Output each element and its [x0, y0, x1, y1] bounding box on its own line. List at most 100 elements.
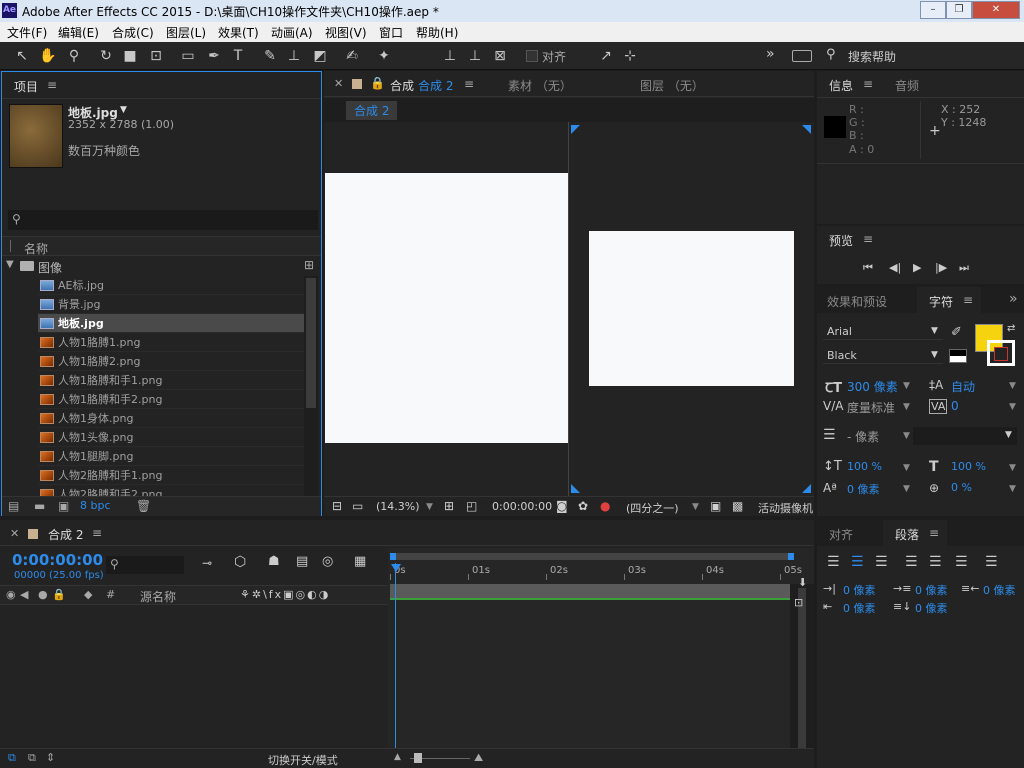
menu-layer[interactable]: 图层(L) — [166, 24, 206, 41]
info-tab[interactable]: 信息 — [829, 77, 853, 94]
menu-animation[interactable]: 动画(A) — [271, 24, 313, 41]
local-axis-icon[interactable]: ⊥ — [440, 46, 460, 66]
chevron-down-icon[interactable]: ▼ — [903, 431, 910, 441]
panel-overflow-icon[interactable]: » — [1009, 291, 1018, 307]
stroke-color-swatch[interactable] — [987, 340, 1015, 366]
left-view-canvas[interactable] — [325, 173, 568, 443]
align-center-icon[interactable]: ☰ — [851, 554, 864, 570]
shy-icon[interactable]: ☗ — [268, 554, 280, 569]
project-item-row[interactable]: 人物1头像.png — [38, 428, 306, 447]
menu-help[interactable]: 帮助(H) — [416, 24, 458, 41]
comp-mini-flowchart-icon[interactable]: ⊸ — [202, 556, 212, 570]
right-view-canvas[interactable] — [589, 231, 794, 386]
minimize-button[interactable]: – — [920, 1, 946, 19]
new-composition-icon[interactable]: ▣ — [58, 499, 69, 513]
justify-right-icon[interactable]: ☰ — [955, 554, 968, 570]
chevron-down-icon[interactable]: ▼ — [903, 484, 910, 494]
zoom-slider-thumb[interactable] — [414, 753, 422, 763]
font-style-dropdown[interactable]: Black ▼ — [823, 346, 943, 364]
project-item-row[interactable]: 背景.jpg — [38, 295, 306, 314]
chevron-down-icon[interactable]: ▼ — [903, 402, 910, 412]
brush-tool-icon[interactable]: ✎ — [260, 46, 280, 66]
align-tab[interactable]: 对齐 — [829, 526, 853, 543]
current-time-indicator[interactable] — [395, 563, 396, 763]
character-tab[interactable]: 字符 — [929, 293, 953, 310]
selection-tool-icon[interactable]: ↖ — [12, 46, 32, 66]
lock-icon[interactable]: 🔒 — [52, 588, 66, 601]
first-frame-icon[interactable]: ⏮ — [863, 261, 873, 275]
menu-effect[interactable]: 效果(T) — [218, 24, 259, 41]
chevron-down-icon[interactable]: ▼ — [1009, 402, 1016, 412]
bpc-button[interactable]: 8 bpc — [80, 499, 111, 512]
flowchart-icon[interactable]: ⊞ — [304, 258, 314, 272]
transparency-grid-icon[interactable]: ▩ — [732, 499, 743, 513]
workspace-expand-icon[interactable]: » — [766, 46, 775, 62]
zoom-tool-icon[interactable]: ⚲ — [64, 46, 84, 66]
space-after-value[interactable]: 0 像素 — [915, 600, 948, 616]
chevron-down-icon[interactable]: ▼ — [1009, 381, 1016, 391]
roto-brush-tool-icon[interactable]: ✍ — [342, 46, 362, 66]
transfer-controls-icon[interactable]: ⧉ — [28, 751, 36, 765]
work-area-bar[interactable] — [390, 553, 794, 560]
indent-first-value[interactable]: 0 像素 — [915, 582, 948, 598]
video-eye-icon[interactable]: ◉ — [6, 588, 16, 601]
hand-tool-icon[interactable]: ✋ — [38, 46, 58, 66]
zoom-dropdown-icon[interactable]: ▼ — [426, 502, 433, 512]
folder-expand-icon[interactable]: ▼ — [6, 259, 14, 270]
footage-tab[interactable]: 素材 （无） — [508, 77, 572, 94]
project-tab[interactable]: 项目 — [14, 78, 38, 95]
new-folder-icon[interactable]: ▬ — [34, 499, 45, 513]
timeline-menu-icon[interactable]: ≡ — [92, 526, 102, 540]
layer-tab[interactable]: 图层 （无） — [640, 77, 704, 94]
in-out-pane-icon[interactable]: ⇕ — [46, 751, 55, 764]
indent-left-value[interactable]: 0 像素 — [843, 582, 876, 598]
comp-viewport[interactable] — [324, 122, 814, 496]
motion-blur-icon[interactable]: ◎ — [322, 554, 333, 569]
maximize-button[interactable]: ❐ — [946, 1, 972, 19]
project-item-row[interactable]: 地板.jpg — [38, 314, 306, 333]
search-help-field[interactable]: 搜索帮助 — [848, 48, 896, 65]
close-window-button[interactable]: ✕ — [972, 1, 1020, 19]
menu-edit[interactable]: 编辑(E) — [58, 24, 99, 41]
timeline-scrollbar[interactable] — [790, 584, 814, 764]
comp-breadcrumb[interactable]: 合成 2 — [346, 101, 398, 120]
snapping-checkbox[interactable] — [526, 50, 538, 62]
snapshot-icon[interactable]: ◙ — [556, 499, 568, 513]
space-before-value[interactable]: 0 像素 — [843, 600, 876, 616]
close-tab-icon[interactable]: ✕ — [334, 77, 343, 90]
monitor-icon[interactable]: ▭ — [352, 499, 363, 513]
last-frame-icon[interactable]: ⏭ — [959, 261, 969, 275]
timeline-search-input[interactable]: ⚲ — [106, 556, 184, 574]
resolution-dropdown-icon[interactable]: ▼ — [692, 502, 699, 512]
camera-tool-icon[interactable]: ■ — [120, 46, 140, 66]
show-snapshot-icon[interactable]: ✿ — [578, 499, 588, 513]
align-left-icon[interactable]: ☰ — [827, 554, 840, 570]
frame-blending-icon[interactable]: ▤ — [296, 554, 308, 569]
menu-composition[interactable]: 合成(C) — [112, 24, 154, 41]
label-tag-icon[interactable]: ◆ — [84, 588, 92, 601]
current-time-display[interactable]: 0:00:00:00 — [492, 500, 552, 513]
resolution-dropdown[interactable]: (四分之一) — [626, 500, 679, 516]
comp-button-icon[interactable]: ⊡ — [794, 596, 803, 609]
justify-all-icon[interactable]: ☰ — [985, 554, 998, 570]
view-axis-icon[interactable]: ⊠ — [490, 46, 510, 66]
tracking-value[interactable]: 0 — [951, 399, 959, 413]
solo-icon[interactable]: ● — [38, 588, 48, 601]
indent-right-value[interactable]: 0 像素 — [983, 582, 1016, 598]
search-help-icon[interactable]: ⚲ — [826, 47, 836, 62]
font-family-dropdown[interactable]: Arial ▼ — [823, 322, 943, 340]
zoom-dropdown[interactable]: (14.3%) — [376, 500, 420, 513]
menu-file[interactable]: 文件(F) — [7, 24, 47, 41]
menu-window[interactable]: 窗口 — [379, 24, 403, 41]
preview-tab[interactable]: 预览 — [829, 232, 853, 249]
rectangle-tool-icon[interactable]: ▭ — [178, 46, 198, 66]
region-of-interest-icon[interactable]: ▣ — [710, 499, 721, 513]
comp-tab-prefix[interactable]: 合成 — [390, 77, 414, 94]
character-menu-icon[interactable]: ≡ — [963, 293, 973, 307]
project-item-row[interactable]: 人物1胳膊和手1.png — [38, 371, 306, 390]
timeline-timecode[interactable]: 0:00:00:00 — [12, 551, 103, 569]
eraser-tool-icon[interactable]: ◩ — [310, 46, 330, 66]
zoom-in-icon[interactable]: ⛰ — [474, 751, 483, 765]
tsume-value[interactable]: 0 % — [951, 481, 972, 494]
chevron-down-icon[interactable]: ▼ — [1009, 463, 1016, 473]
